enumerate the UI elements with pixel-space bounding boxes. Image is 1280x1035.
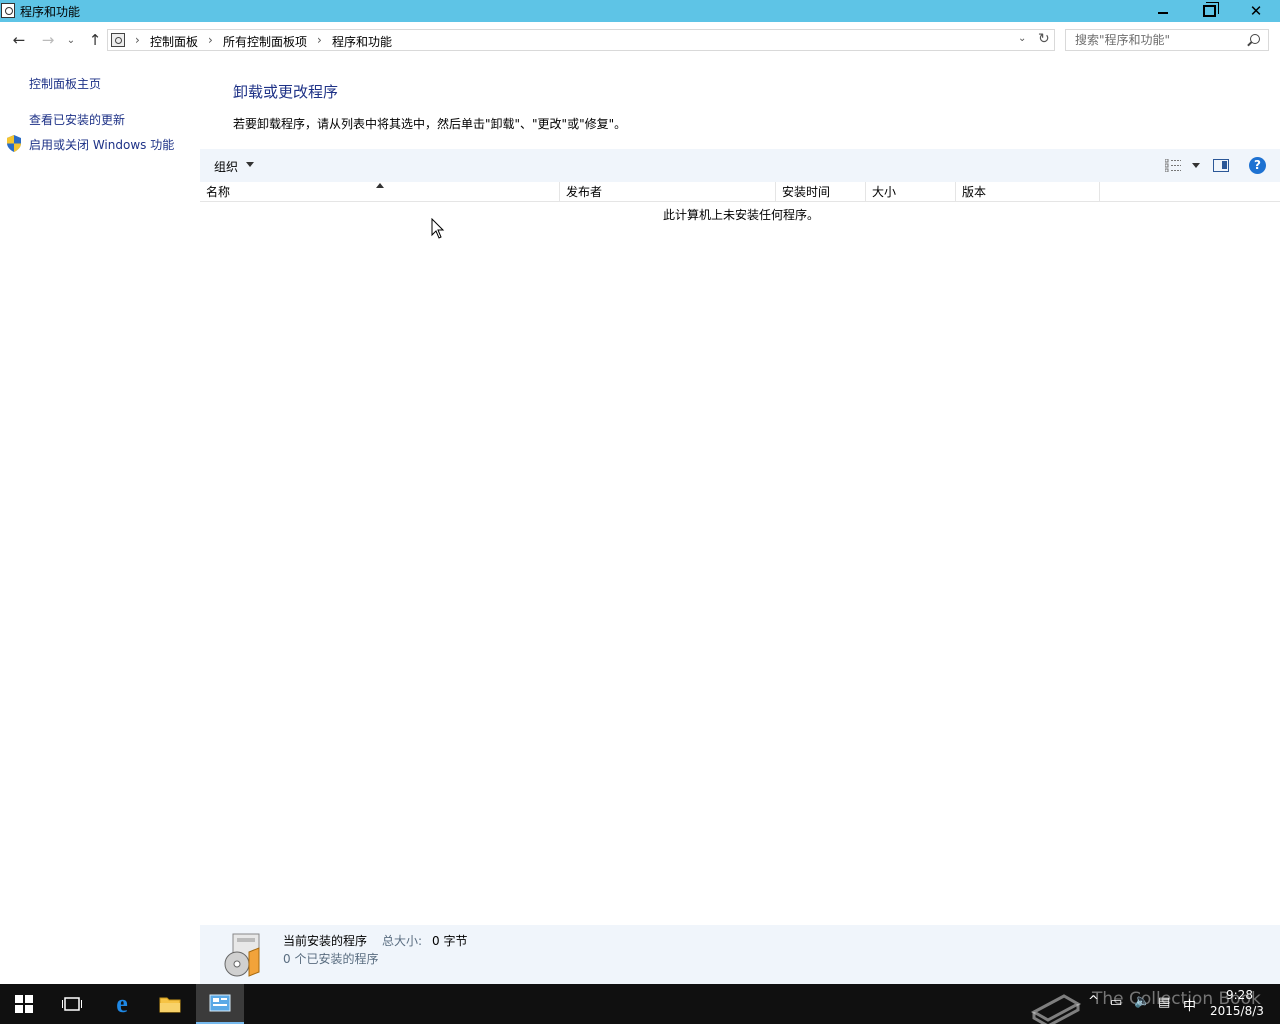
back-arrow-icon: ← xyxy=(12,31,26,49)
taskbar: e The Collection Book ^ ▭ 🔈 ▤ 中 9:28 201… xyxy=(0,984,1280,1024)
address-dropdown-icon[interactable]: ⌄ xyxy=(1018,33,1026,44)
recent-locations-button[interactable]: ⌄ xyxy=(63,30,79,50)
programs-icon xyxy=(224,933,260,977)
search-box[interactable] xyxy=(1065,29,1269,51)
volume-icon[interactable]: 🔈 xyxy=(1134,994,1150,1034)
sort-ascending-icon xyxy=(376,183,384,188)
main-content: 卸载或更改程序 若要卸载程序，请从列表中将其选中，然后单击"卸载"、"更改"或"… xyxy=(200,58,1280,984)
organize-caret-icon[interactable] xyxy=(246,162,254,167)
command-bar: 组织 ? xyxy=(200,149,1280,182)
page-title: 卸载或更改程序 xyxy=(233,83,339,101)
page-description: 若要卸载程序，请从列表中将其选中，然后单击"卸载"、"更改"或"修复"。 xyxy=(233,117,627,131)
control-panel-home-link[interactable]: 控制面板主页 xyxy=(29,75,101,92)
search-icon[interactable] xyxy=(1250,34,1260,44)
control-panel-taskbar-icon xyxy=(209,994,231,1012)
folder-icon xyxy=(159,997,181,1013)
window-title: 程序和功能 xyxy=(20,5,81,19)
chevron-down-icon: ⌄ xyxy=(66,34,76,46)
column-headers: 名称 发布者 安装时间 大小 版本 xyxy=(200,182,1280,202)
address-bar[interactable]: › 控制面板 › 所有控制面板项 › 程序和功能 ⌄ ↻ xyxy=(107,29,1055,51)
view-options-icon[interactable] xyxy=(1165,159,1181,172)
up-arrow-icon: ↑ xyxy=(88,31,102,49)
preview-pane-icon[interactable] xyxy=(1213,159,1229,172)
column-header-size[interactable]: 大小 xyxy=(866,182,956,202)
network-icon[interactable]: ▭ xyxy=(1110,995,1122,1035)
mouse-cursor-icon xyxy=(431,218,445,239)
search-input[interactable] xyxy=(1066,30,1246,50)
breadcrumb-separator[interactable]: › xyxy=(135,33,140,47)
forward-button[interactable]: → xyxy=(38,30,58,50)
book-watermark-icon xyxy=(1030,994,1082,1024)
breadcrumb-programs-features[interactable]: 程序和功能 xyxy=(332,33,392,50)
empty-list-message: 此计算机上未安装任何程序。 xyxy=(663,208,820,222)
view-installed-updates-link[interactable]: 查看已安装的更新 xyxy=(29,111,125,128)
refresh-icon[interactable]: ↻ xyxy=(1038,31,1050,47)
back-button[interactable]: ← xyxy=(9,30,29,50)
uac-shield-icon xyxy=(7,135,21,152)
control-panel-icon xyxy=(1,3,15,18)
edge-icon: e xyxy=(116,989,128,1018)
column-header-label: 版本 xyxy=(962,185,987,199)
column-header-label: 安装时间 xyxy=(782,185,831,199)
breadcrumb-all-items[interactable]: 所有控制面板项 xyxy=(223,33,307,50)
close-button[interactable]: ✕ xyxy=(1232,0,1280,22)
input-method-icon[interactable]: 中 xyxy=(1183,995,1196,1035)
clock-time[interactable]: 9:28 xyxy=(1226,988,1253,1002)
action-center-icon[interactable]: ▤ xyxy=(1158,995,1170,1035)
total-size-label: 总大小: xyxy=(382,934,423,948)
control-panel-icon xyxy=(111,33,125,47)
organize-menu-button[interactable]: 组织 xyxy=(214,158,238,175)
restore-button[interactable] xyxy=(1186,0,1232,22)
file-explorer-button[interactable] xyxy=(146,984,194,1024)
column-header-publisher[interactable]: 发布者 xyxy=(560,182,776,202)
column-header-version[interactable]: 版本 xyxy=(956,182,1100,202)
task-view-button[interactable] xyxy=(48,984,96,1024)
column-header-label: 名称 xyxy=(206,185,231,199)
show-hidden-icons-button[interactable]: ^ xyxy=(1088,994,1099,1034)
forward-arrow-icon: → xyxy=(41,31,55,49)
view-options-caret-icon[interactable] xyxy=(1192,163,1200,168)
installed-count: 0 个已安装的程序 xyxy=(283,952,379,966)
total-size-value: 0 字节 xyxy=(432,934,468,948)
details-pane: 当前安装的程序 总大小: 0 字节 0 个已安装的程序 xyxy=(200,925,1280,984)
details-title: 当前安装的程序 xyxy=(283,934,368,948)
breadcrumb-separator[interactable]: › xyxy=(317,33,322,47)
column-header-installed-on[interactable]: 安装时间 xyxy=(776,182,866,202)
breadcrumb-separator[interactable]: › xyxy=(208,33,213,47)
windows-logo-icon xyxy=(15,995,33,1013)
breadcrumb-control-panel[interactable]: 控制面板 xyxy=(150,33,198,50)
column-header-label: 大小 xyxy=(872,185,897,199)
edge-browser-button[interactable]: e xyxy=(98,984,146,1024)
clock-date[interactable]: 2015/8/3 xyxy=(1210,1004,1264,1018)
minimize-button[interactable] xyxy=(1140,0,1186,22)
taskbar-control-panel-button[interactable] xyxy=(196,984,244,1024)
close-icon: ✕ xyxy=(1249,2,1263,20)
navigation-bar: ← → ⌄ ↑ › 控制面板 › 所有控制面板项 › 程序和功能 ⌄ ↻ xyxy=(0,22,1280,58)
title-bar: 程序和功能 ✕ xyxy=(0,0,1280,22)
column-header-name[interactable]: 名称 xyxy=(200,182,560,202)
start-button[interactable] xyxy=(0,984,48,1024)
task-view-icon xyxy=(62,997,82,1011)
task-pane: 控制面板主页 查看已安装的更新 启用或关闭 Windows 功能 xyxy=(0,58,200,984)
windows-features-link[interactable]: 启用或关闭 Windows 功能 xyxy=(29,136,174,153)
up-button[interactable]: ↑ xyxy=(85,30,105,50)
column-header-label: 发布者 xyxy=(566,185,603,199)
help-icon[interactable]: ? xyxy=(1249,157,1266,174)
